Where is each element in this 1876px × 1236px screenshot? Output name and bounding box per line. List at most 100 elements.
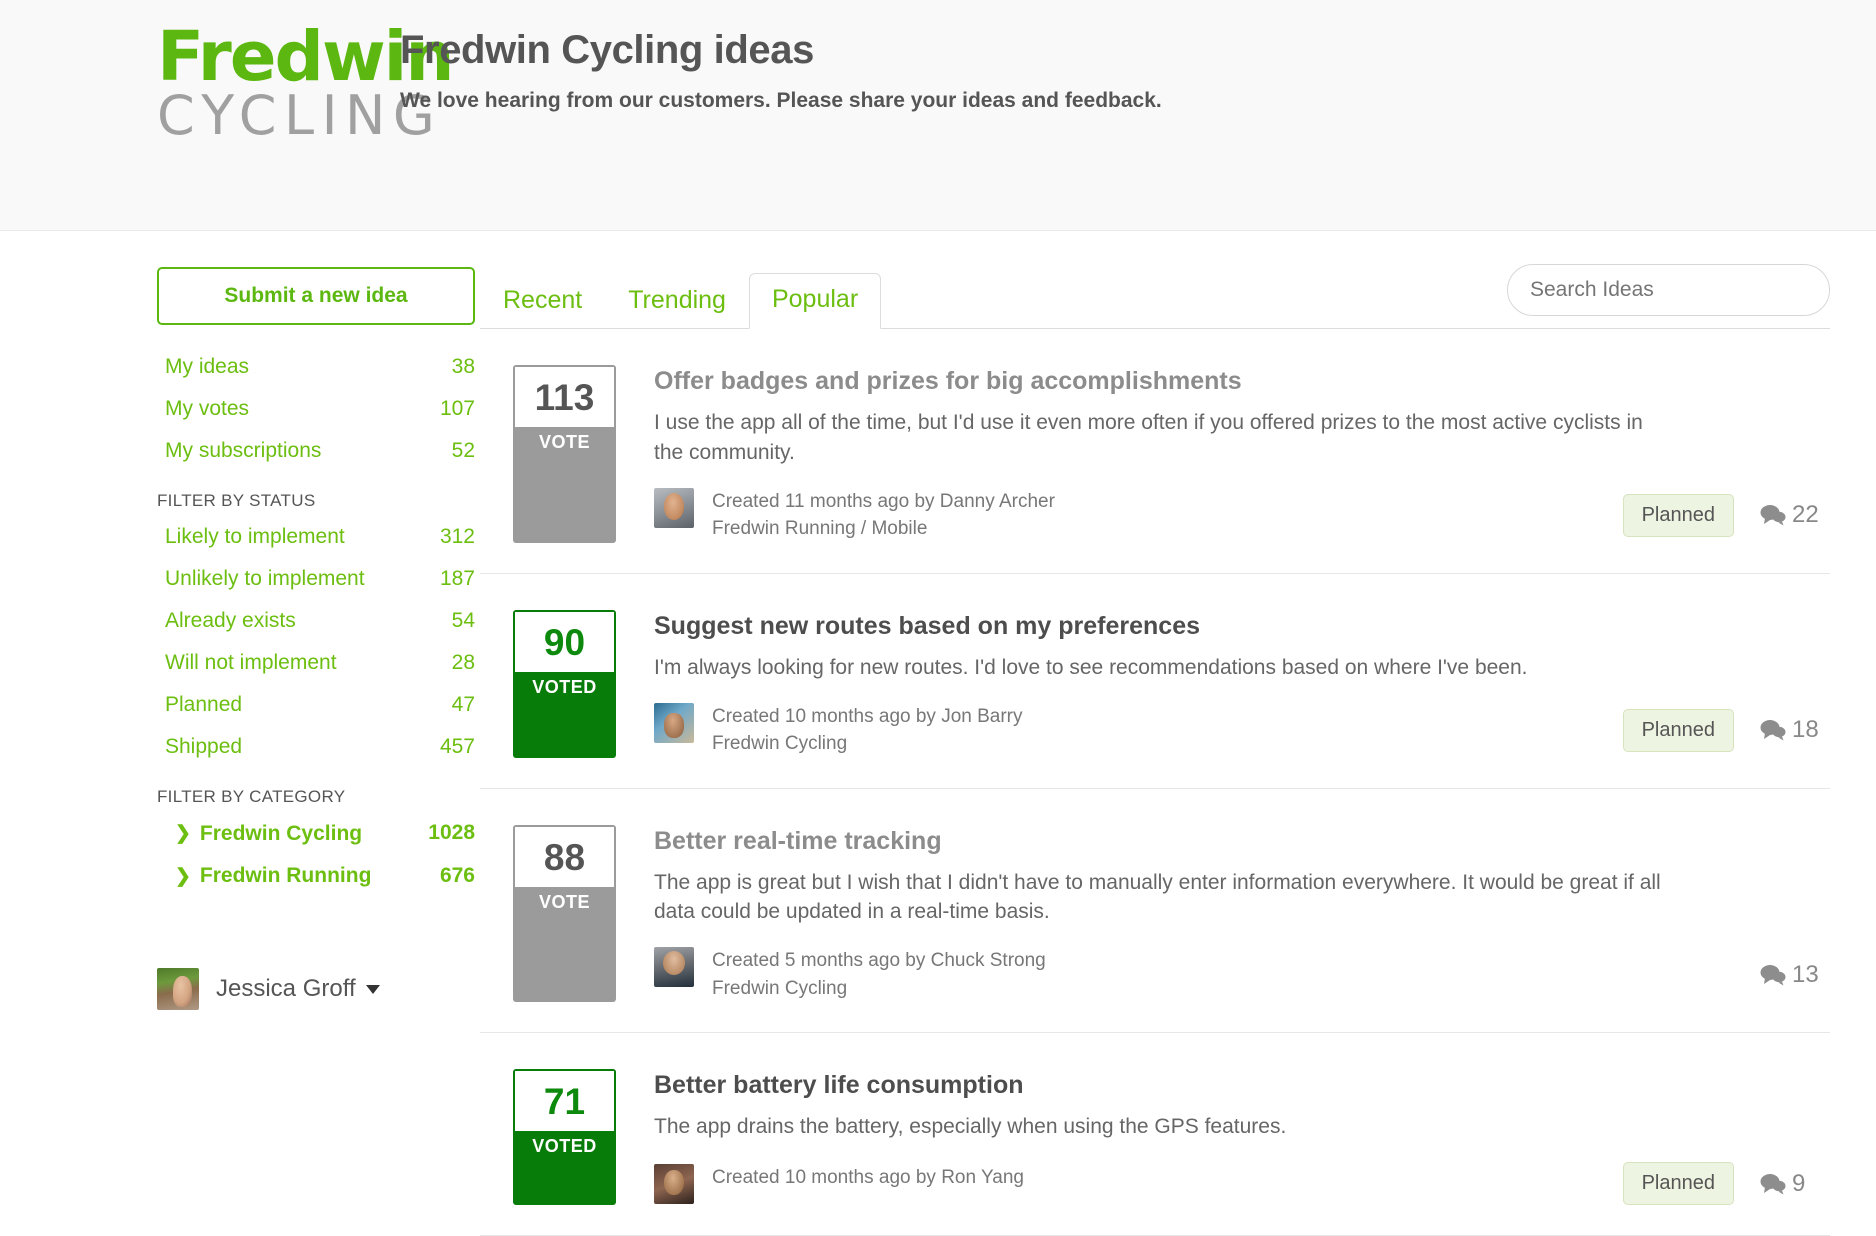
sidebar-status-filters: Likely to implement 312 Unlikely to impl… (157, 525, 475, 759)
sidebar-item-label: My votes (165, 397, 250, 420)
submit-new-idea-button[interactable]: Submit a new idea (157, 267, 475, 325)
idea-description: The app is great but I wish that I didn'… (654, 870, 1661, 924)
idea-meta-text: Created 10 months ago by Ron Yang (712, 1164, 1024, 1192)
comment-link[interactable]: 13 (1760, 961, 1830, 989)
idea-category-text: Fredwin Cycling (712, 733, 848, 755)
idea-meta-text: Created 11 months ago by Danny Archer Fr… (712, 488, 1055, 543)
caret-down-icon[interactable] (365, 984, 380, 994)
idea-footer: Created 10 months ago by Jon Barry Fredw… (654, 702, 1830, 758)
comment-icon (1760, 719, 1786, 741)
sidebar-item-fredwin-cycling[interactable]: ❯ Fredwin Cycling 1028 (157, 821, 475, 846)
sidebar-item-count: 107 (439, 397, 475, 420)
sidebar-item-label: Shipped (165, 735, 243, 758)
idea-meta-text: Created 10 months ago by Jon Barry Fredw… (712, 703, 1023, 758)
idea-category-text: Fredwin Cycling (712, 977, 848, 999)
vote-button[interactable]: 90 VOTED (513, 609, 616, 758)
sidebar-item-already-exists[interactable]: Already exists 54 (157, 609, 475, 633)
comment-icon (1760, 504, 1786, 526)
sidebar-item-my-ideas[interactable]: My ideas 38 (157, 355, 475, 379)
sidebar-item-label: Already exists (165, 609, 296, 632)
vote-count: 88 (515, 826, 614, 887)
vote-button[interactable]: 88 VOTE (513, 824, 616, 1003)
comment-icon (1760, 964, 1786, 986)
idea-footer-right: Planned 9 (1622, 1162, 1830, 1206)
idea-list-item[interactable]: 71 VOTED Better battery life consumption… (480, 1033, 1830, 1236)
tab-popular[interactable]: Popular (748, 273, 882, 329)
idea-list-item[interactable]: 88 VOTE Better real-time tracking The ap… (480, 789, 1830, 1034)
comment-link[interactable]: 18 (1760, 716, 1830, 744)
avatar (654, 487, 694, 528)
chevron-right-icon: ❯ (175, 865, 191, 887)
comment-count: 9 (1792, 1169, 1806, 1197)
status-badge[interactable]: Planned (1622, 708, 1734, 752)
tab-recent[interactable]: Recent (480, 274, 605, 329)
sidebar-item-label: My subscriptions (165, 439, 322, 462)
brand-logo[interactable]: Fredwin CYCLING (0, 0, 454, 145)
vote-count: 90 (515, 611, 614, 672)
status-badge[interactable]: Planned (1622, 493, 1734, 537)
comment-count: 22 (1792, 501, 1819, 529)
sidebar-item-count: 28 (451, 651, 475, 674)
idea-title[interactable]: Better real-time tracking (654, 827, 1830, 856)
sidebar-item-label: Likely to implement (165, 525, 345, 548)
sidebar-item-count: 47 (451, 693, 475, 716)
status-badge[interactable]: Planned (1622, 1162, 1734, 1206)
comment-link[interactable]: 9 (1760, 1170, 1830, 1198)
idea-meta: Created 5 months ago by Chuck Strong Fre… (654, 947, 1046, 1002)
idea-list-item[interactable]: 113 VOTE Offer badges and prizes for big… (480, 329, 1830, 574)
comment-count: 18 (1792, 716, 1819, 744)
sidebar-item-label: Fredwin Cycling (199, 821, 363, 845)
idea-title[interactable]: Better battery life consumption (654, 1071, 1830, 1100)
sidebar-item-fredwin-running[interactable]: ❯ Fredwin Running 676 (157, 864, 475, 889)
idea-footer-right: Planned 18 (1622, 708, 1830, 752)
idea-footer: Created 5 months ago by Chuck Strong Fre… (654, 947, 1830, 1002)
sidebar-item-count: 187 (439, 567, 475, 590)
sidebar-category-filters: ❯ Fredwin Cycling 1028 ❯ Fredwin Running… (157, 821, 475, 888)
sidebar-item-label: Planned (165, 693, 243, 716)
sidebar-item-my-subscriptions[interactable]: My subscriptions 52 (157, 439, 475, 463)
idea-footer-right: 13 (1760, 961, 1830, 989)
idea-sort-tabs: Recent Trending Popular (480, 264, 1830, 329)
main-content: Recent Trending Popular 113 VOTE Offer b… (480, 264, 1876, 1236)
sidebar-item-will-not-implement[interactable]: Will not implement 28 (157, 651, 475, 675)
sidebar-item-my-votes[interactable]: My votes 107 (157, 397, 475, 421)
tab-trending[interactable]: Trending (605, 274, 749, 329)
sidebar-item-count: 54 (451, 609, 475, 632)
idea-description: I'm always looking for new routes. I'd l… (654, 655, 1528, 679)
idea-meta-text: Created 5 months ago by Chuck Strong Fre… (712, 947, 1046, 1002)
page-subtitle: We love hearing from our customers. Plea… (400, 89, 1162, 112)
idea-created-text: Created 10 months ago by Ron Yang (712, 1166, 1024, 1188)
vote-button[interactable]: 113 VOTE (513, 365, 616, 543)
idea-category-text: Fredwin Running / Mobile (712, 518, 928, 540)
idea-description: I use the app all of the time, but I'd u… (654, 411, 1643, 464)
idea-title[interactable]: Suggest new routes based on my preferenc… (654, 612, 1830, 641)
idea-content: Better battery life consumption The app … (654, 1069, 1830, 1206)
idea-description: The app drains the battery, especially w… (654, 1115, 1287, 1139)
sidebar-item-unlikely-to-implement[interactable]: Unlikely to implement 187 (157, 567, 475, 591)
header-text-block: Fredwin Cycling ideas We love hearing fr… (400, 0, 1162, 113)
idea-footer-right: Planned 22 (1622, 493, 1830, 537)
idea-created-text: Created 11 months ago by Danny Archer (712, 490, 1055, 512)
sidebar-item-label: Will not implement (165, 651, 337, 674)
sidebar-item-count: 312 (439, 525, 475, 548)
sidebar-item-count: 38 (451, 355, 475, 378)
sidebar: Submit a new idea My ideas 38 My votes 1… (0, 267, 480, 1236)
sidebar-item-shipped[interactable]: Shipped 457 (157, 735, 475, 759)
sidebar-item-count: 676 (439, 863, 475, 887)
idea-content: Suggest new routes based on my preferenc… (654, 610, 1830, 758)
idea-created-text: Created 5 months ago by Chuck Strong (712, 950, 1046, 972)
vote-count: 71 (515, 1071, 614, 1132)
sidebar-item-planned[interactable]: Planned 47 (157, 693, 475, 717)
user-menu[interactable]: Jessica Groff (157, 968, 480, 1010)
avatar (157, 968, 199, 1010)
comment-link[interactable]: 22 (1760, 501, 1830, 529)
sidebar-my-links: My ideas 38 My votes 107 My subscription… (157, 355, 475, 463)
chevron-right-icon: ❯ (175, 823, 191, 844)
idea-title[interactable]: Offer badges and prizes for big accompli… (654, 367, 1830, 396)
vote-button[interactable]: 71 VOTED (513, 1069, 616, 1206)
idea-list-item[interactable]: 90 VOTED Suggest new routes based on my … (480, 574, 1830, 789)
comment-count: 13 (1792, 960, 1819, 988)
filter-by-category-heading: FILTER BY CATEGORY (157, 787, 346, 806)
sidebar-item-likely-to-implement[interactable]: Likely to implement 312 (157, 525, 475, 549)
search-input[interactable] (1507, 264, 1830, 316)
